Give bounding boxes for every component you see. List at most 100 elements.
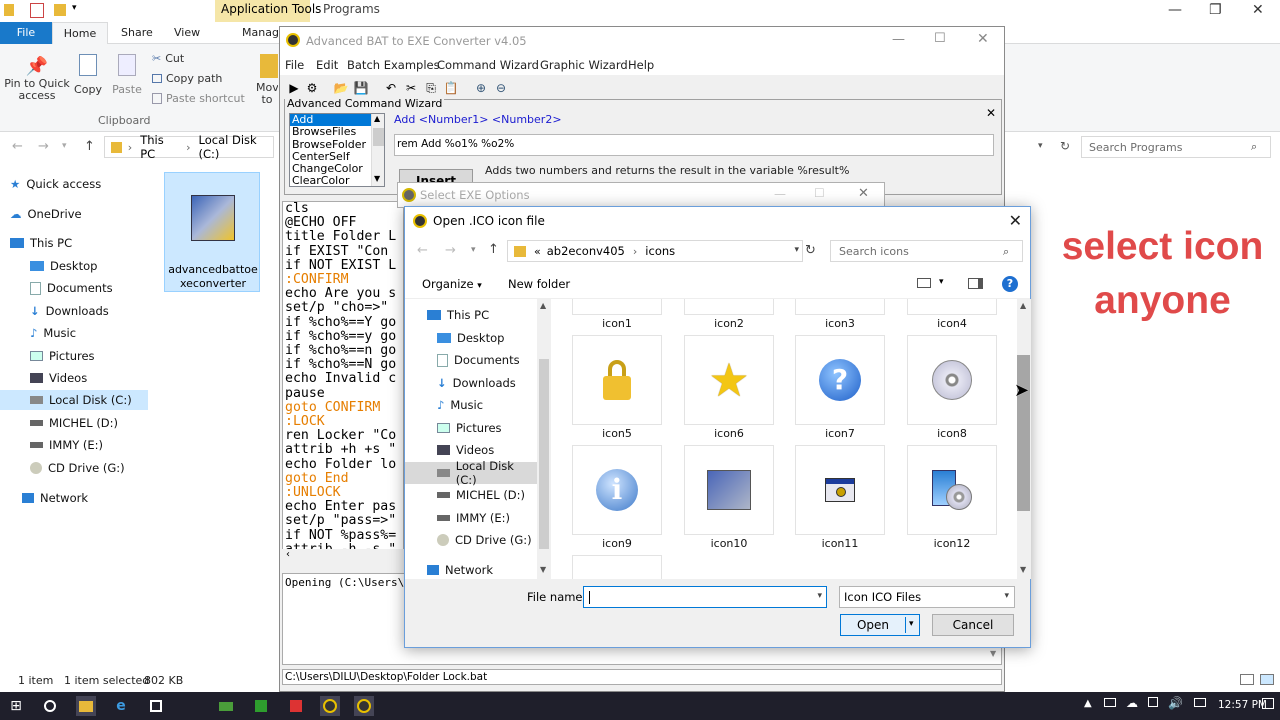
- dialog-nav-scrollbar[interactable]: ▲ ▼: [537, 299, 551, 579]
- icon-file-tile[interactable]: icon3: [795, 299, 885, 330]
- large-icons-view-icon[interactable]: [1260, 674, 1274, 685]
- application-tools-tab[interactable]: Application Tools: [221, 2, 321, 16]
- paste-icon[interactable]: 📋: [443, 80, 459, 96]
- taskbar-converter-icon-2[interactable]: [354, 696, 374, 716]
- paste-shortcut-button[interactable]: Paste shortcut: [152, 92, 245, 105]
- icon-file-tile[interactable]: ★ icon6: [684, 335, 774, 440]
- taskbar-converter-icon[interactable]: [320, 696, 340, 716]
- icon-file-tile[interactable]: icon11: [795, 445, 885, 550]
- scroll-thumb[interactable]: [539, 359, 549, 549]
- nav-local-disk[interactable]: Local Disk (C:): [405, 459, 537, 487]
- recent-chevron-icon[interactable]: ▾: [62, 141, 67, 151]
- menu-edit[interactable]: Edit: [316, 58, 338, 72]
- tray-battery-icon[interactable]: [1148, 697, 1158, 707]
- file-name-dropdown-icon[interactable]: ▾: [817, 591, 822, 601]
- nav-michel-drive[interactable]: MICHEL (D:): [0, 413, 148, 433]
- tray-network-icon[interactable]: [1104, 698, 1116, 707]
- nav-downloads[interactable]: ↓ Downloads: [405, 372, 537, 394]
- copy-icon[interactable]: ⎘: [423, 80, 439, 96]
- nav-immy-drive[interactable]: IMMY (E:): [0, 435, 148, 455]
- details-view-icon[interactable]: [1240, 674, 1254, 685]
- customize-qa-icon[interactable]: ▾: [72, 3, 77, 13]
- scroll-left-icon[interactable]: ‹: [286, 549, 290, 560]
- tab-manage[interactable]: Manag: [242, 26, 279, 39]
- nav-downloads[interactable]: ↓ Downloads: [0, 301, 148, 321]
- file-name-input[interactable]: ▾: [583, 586, 827, 608]
- breadcrumb-icons[interactable]: icons: [645, 244, 675, 258]
- change-view-icon[interactable]: [917, 278, 931, 288]
- paste-button[interactable]: Paste: [110, 54, 144, 96]
- icon-file-tile[interactable]: ? icon7: [795, 335, 885, 440]
- nav-music[interactable]: ♪ Music: [0, 323, 148, 343]
- maximize-icon[interactable]: ☐: [814, 186, 825, 200]
- help-icon[interactable]: ?: [1002, 276, 1018, 292]
- scroll-down-icon[interactable]: ▼: [374, 174, 380, 183]
- preview-pane-icon[interactable]: [968, 278, 983, 289]
- close-icon[interactable]: ✕: [1252, 2, 1264, 18]
- icon-file-tile[interactable]: icon1: [572, 299, 662, 330]
- maximize-icon[interactable]: ☐: [934, 31, 946, 46]
- close-icon[interactable]: ✕: [977, 31, 989, 47]
- recent-chevron-icon[interactable]: ▾: [471, 245, 476, 255]
- explorer-search-input[interactable]: Search Programs: [1081, 136, 1271, 158]
- nav-local-disk[interactable]: Local Disk (C:): [0, 390, 148, 410]
- move-to-button[interactable]: Mov to: [256, 54, 278, 106]
- zoom-out-icon[interactable]: ⊖: [493, 80, 509, 96]
- nav-this-pc[interactable]: This PC: [0, 233, 148, 253]
- nav-desktop[interactable]: Desktop: [405, 327, 537, 349]
- open-button[interactable]: Open ▾: [840, 614, 920, 636]
- nav-michel-drive[interactable]: MICHEL (D:): [405, 484, 537, 506]
- address-dropdown-icon[interactable]: ▾: [794, 245, 799, 255]
- icon-grid-scroll-thumb[interactable]: [1017, 355, 1030, 511]
- menu-graphic-wizard[interactable]: Graphic Wizard: [540, 58, 628, 72]
- command-list-scrollbar[interactable]: ▲ ▼: [371, 114, 384, 186]
- nav-network[interactable]: Network: [0, 488, 148, 508]
- zoom-in-icon[interactable]: ⊕: [473, 80, 489, 96]
- minimize-icon[interactable]: —: [892, 32, 905, 47]
- new-folder-button[interactable]: New folder: [508, 277, 570, 291]
- scroll-up-icon[interactable]: ▲: [1020, 301, 1026, 310]
- file-item-converter[interactable]: advancedbattoexeconverter: [164, 172, 260, 292]
- view-chevron-icon[interactable]: ▾: [939, 277, 944, 287]
- nav-documents[interactable]: Documents: [405, 349, 537, 371]
- scroll-thumb[interactable]: [373, 128, 384, 146]
- breadcrumb-this-pc[interactable]: This PC: [140, 133, 178, 161]
- organize-button[interactable]: Organize ▾: [422, 277, 482, 291]
- code-hscrollbar[interactable]: ‹: [282, 549, 404, 563]
- batch-code-editor[interactable]: cls @ECHO OFF title Folder Lif EXIST "Con i…: [282, 201, 404, 563]
- refresh-icon[interactable]: ↻: [805, 243, 816, 258]
- wizard-close-icon[interactable]: ✕: [986, 106, 996, 120]
- cancel-button[interactable]: Cancel: [932, 614, 1014, 636]
- nav-quick-access[interactable]: ★ Quick access: [0, 174, 148, 194]
- address-dropdown-icon[interactable]: ▾: [1038, 141, 1043, 151]
- cut-button[interactable]: ✂ Cut: [152, 52, 184, 65]
- taskbar-app-icon[interactable]: [216, 696, 236, 716]
- save-icon[interactable]: 💾: [353, 80, 369, 96]
- explorer-address-bar[interactable]: › This PC › Local Disk (C:): [104, 133, 274, 161]
- icon-file-tile[interactable]: [572, 555, 662, 579]
- minimize-icon[interactable]: —: [774, 187, 786, 201]
- maximize-icon[interactable]: ❐: [1209, 2, 1222, 18]
- dialog-search-input[interactable]: Search icons: [830, 240, 1023, 262]
- icon-file-tile[interactable]: i icon9: [572, 445, 662, 550]
- tray-volume-icon[interactable]: 🔊: [1168, 696, 1183, 710]
- breadcrumb-ab2econv405[interactable]: ab2econv405: [547, 244, 625, 258]
- icon-file-tile[interactable]: icon10: [684, 445, 774, 550]
- command-item[interactable]: BrowseFiles: [290, 125, 384, 138]
- taskbar-camtasia-icon[interactable]: [251, 696, 271, 716]
- copy-button[interactable]: Copy: [72, 54, 104, 96]
- nav-documents[interactable]: Documents: [0, 278, 148, 298]
- menu-batch-examples[interactable]: Batch Examples: [347, 58, 440, 72]
- action-center-icon[interactable]: [1262, 698, 1274, 709]
- undo-icon[interactable]: ↶: [383, 80, 399, 96]
- icon-file-tile[interactable]: icon2: [684, 299, 774, 330]
- scroll-down-icon[interactable]: ▼: [1020, 565, 1026, 574]
- cortana-icon[interactable]: [40, 696, 60, 716]
- breadcrumb-local-disk[interactable]: Local Disk (C:): [199, 133, 273, 161]
- nav-network[interactable]: Network: [405, 559, 537, 581]
- scroll-down-icon[interactable]: ▼: [540, 565, 546, 574]
- scroll-up-icon[interactable]: ▲: [540, 301, 546, 310]
- properties-icon[interactable]: [30, 3, 44, 18]
- up-arrow-icon[interactable]: ↑: [84, 139, 95, 154]
- nav-music[interactable]: ♪ Music: [405, 394, 537, 416]
